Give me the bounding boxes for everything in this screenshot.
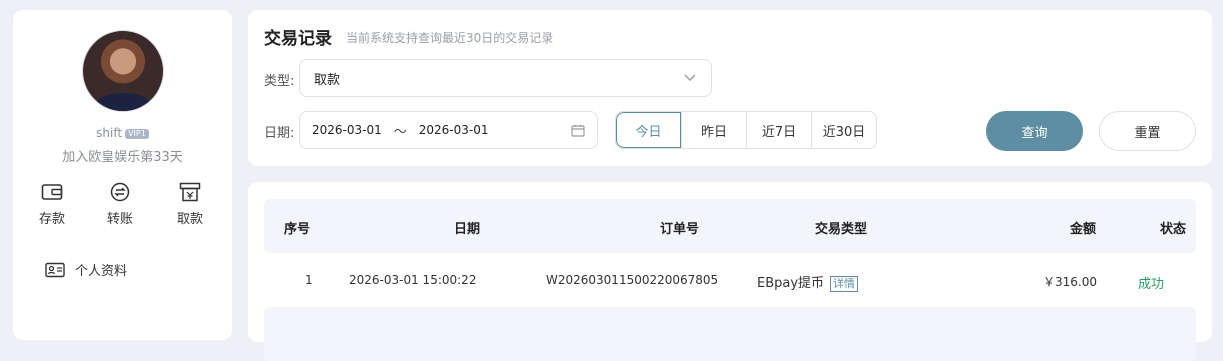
transfer-label: 转账 <box>106 212 133 227</box>
results-panel: 序号 日期 订单号 交易类型 金额 状态 1 2026-03-01 15:00:… <box>248 182 1212 361</box>
withdraw-icon <box>179 182 201 202</box>
menu-item-profile[interactable]: 个人资料 <box>45 260 127 279</box>
withdraw-button[interactable]: 取款 <box>165 182 215 227</box>
column-header-status: 状态 <box>1160 222 1187 237</box>
range-today[interactable]: 今日 <box>616 112 681 148</box>
username-line: shift VIP1 <box>13 126 232 140</box>
page-title: 交易记录 <box>264 29 332 49</box>
deposit-label: 存款 <box>38 212 65 227</box>
reset-button[interactable]: 重置 <box>1099 111 1196 151</box>
id-card-icon <box>45 262 65 278</box>
page-subtitle: 当前系统支持查询最近30日的交易记录 <box>346 31 554 45</box>
column-header-date: 日期 <box>454 222 481 237</box>
cell-amount: ￥316.00 <box>1043 275 1097 289</box>
cell-index: 1 <box>305 273 313 287</box>
column-header-index: 序号 <box>284 222 311 237</box>
date-end[interactable]: 2026-03-01 <box>419 123 489 137</box>
chevron-down-icon <box>683 72 697 88</box>
type-select[interactable]: 取款 <box>299 59 712 97</box>
range-7days[interactable]: 近7日 <box>746 112 811 148</box>
cell-date: 2026-03-01 15:00:22 <box>349 273 477 287</box>
user-sidebar: shift VIP1 加入欧皇娱乐第33天 存款 转账 取款 个人资料 <box>13 10 232 340</box>
table-row: 1 2026-03-01 15:00:22 W20260301150022006… <box>264 253 1196 307</box>
avatar[interactable] <box>82 30 164 112</box>
calendar-icon[interactable] <box>571 124 585 140</box>
type-label: 类型: <box>264 74 295 89</box>
cell-type: EBpay提币 详情 <box>757 272 859 292</box>
detail-link[interactable]: 详情 <box>830 276 859 292</box>
wallet-icon <box>41 182 63 202</box>
table-row-partial <box>264 307 1196 361</box>
date-start[interactable]: 2026-03-01 <box>312 123 382 137</box>
transfer-icon <box>109 182 131 202</box>
range-yesterday[interactable]: 昨日 <box>681 112 746 148</box>
filter-panel: 交易记录 当前系统支持查询最近30日的交易记录 类型: 取款 日期: 2026-… <box>248 10 1212 166</box>
column-header-type: 交易类型 <box>815 222 868 237</box>
withdraw-label: 取款 <box>176 212 203 227</box>
deposit-button[interactable]: 存款 <box>27 182 77 227</box>
table-header: 序号 日期 订单号 交易类型 金额 状态 <box>264 199 1196 253</box>
range-30days[interactable]: 近30日 <box>811 112 876 148</box>
vip-badge: VIP1 <box>125 129 149 139</box>
date-range-picker[interactable]: 2026-03-01 ～ 2026-03-01 <box>299 111 598 149</box>
cell-type-text: EBpay提币 <box>757 276 825 291</box>
username: shift <box>96 126 123 140</box>
quick-range-group: 今日 昨日 近7日 近30日 <box>615 111 877 149</box>
column-header-order: 订单号 <box>660 222 700 237</box>
column-header-amount: 金额 <box>1070 222 1097 237</box>
joined-days: 加入欧皇娱乐第33天 <box>62 150 183 165</box>
date-label: 日期: <box>264 126 295 141</box>
status-badge: 成功 <box>1138 277 1165 292</box>
cell-order: W202603011500220067805 <box>546 273 719 287</box>
date-separator: ～ <box>393 124 407 140</box>
menu-item-label: 个人资料 <box>75 264 128 279</box>
type-select-value: 取款 <box>314 72 341 88</box>
query-button[interactable]: 查询 <box>986 111 1083 151</box>
transfer-button[interactable]: 转账 <box>95 182 145 227</box>
